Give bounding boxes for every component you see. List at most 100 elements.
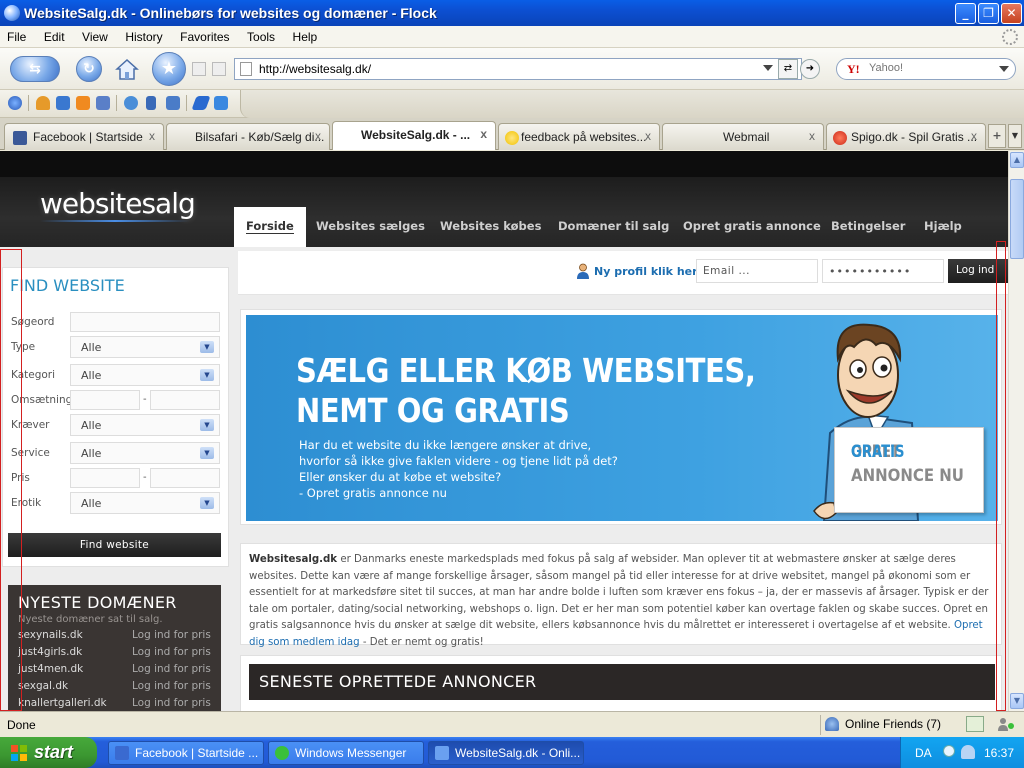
nav-forside[interactable]: Forside	[234, 207, 306, 247]
omsaetning-max-input[interactable]	[150, 390, 220, 410]
site-logo[interactable]: websitesalg	[40, 187, 196, 220]
tab-close-icon[interactable]: x	[645, 129, 651, 143]
domain-link[interactable]: sexgal.dk	[18, 680, 68, 692]
price-login-link[interactable]: Log ind for pris	[132, 697, 211, 709]
scroll-thumb[interactable]	[1010, 179, 1024, 259]
close-window-button[interactable]: ✕	[1001, 3, 1022, 24]
domain-link[interactable]: just4girls.dk	[18, 646, 82, 658]
menu-favorites[interactable]: Favorites	[173, 26, 236, 44]
media-icon[interactable]	[56, 96, 70, 110]
newest-domains-subtitle: Nyeste domæner sat til salg.	[18, 614, 163, 625]
clipboard-icon[interactable]	[166, 96, 180, 110]
nav-opret-gratis-annonce[interactable]: Opret gratis annonce	[683, 207, 821, 247]
url-input[interactable]	[259, 61, 759, 77]
price-login-link[interactable]: Log ind for pris	[132, 646, 211, 658]
clock: 16:37	[984, 746, 1015, 760]
globe-icon[interactable]	[8, 96, 22, 110]
new-tab-button[interactable]: +	[988, 124, 1006, 148]
tab-close-icon[interactable]: x	[315, 129, 321, 143]
url-dropdown-icon[interactable]	[763, 65, 773, 71]
go-arrow-icon[interactable]: ➜	[800, 59, 820, 79]
share-icon[interactable]	[192, 62, 206, 76]
rss-icon[interactable]: ⇄	[778, 59, 798, 79]
taskbar-websitesalg[interactable]: WebsiteSalg.dk - Onli...	[428, 741, 584, 765]
sparkle-icon[interactable]	[124, 96, 138, 110]
rss-feed-icon[interactable]	[76, 96, 90, 110]
vertical-scrollbar[interactable]: ▲ ▼	[1008, 151, 1024, 711]
tab-feedback[interactable]: feedback på websites... x	[498, 123, 660, 150]
minimize-button[interactable]: _	[955, 3, 976, 24]
domain-link[interactable]: sexynails.dk	[18, 629, 83, 641]
tab-webmail[interactable]: Webmail x	[662, 123, 824, 150]
pris-min-input[interactable]	[70, 468, 140, 488]
keyword-input[interactable]	[70, 312, 220, 332]
start-button[interactable]: start	[0, 737, 97, 768]
people-icon[interactable]	[36, 96, 50, 110]
opret-annonce-sign[interactable]: OPRET GRATIS ANNONCE NU	[834, 427, 984, 513]
home-icon[interactable]	[114, 56, 140, 82]
menu-tools[interactable]: Tools	[240, 26, 282, 44]
email-field[interactable]: Email ...	[696, 259, 818, 283]
search-input[interactable]	[869, 62, 989, 74]
mail-icon[interactable]	[96, 96, 110, 110]
tab-websitesalg[interactable]: WebsiteSalg.dk - ... x	[332, 121, 496, 150]
nav-domaener-til-salg[interactable]: Domæner til salg	[558, 207, 669, 247]
feed-icon[interactable]	[212, 62, 226, 76]
blog-pen-icon[interactable]	[191, 96, 211, 110]
taskbar-facebook[interactable]: Facebook | Startside ...	[108, 741, 264, 765]
price-login-link[interactable]: Log ind for pris	[132, 680, 211, 692]
erotik-select[interactable]: Alle ▼	[70, 492, 220, 514]
hero-banner[interactable]: SÆLG ELLER KØB WEBSITES, NEMT OG GRATIS H…	[240, 309, 1002, 525]
tab-close-icon[interactable]: x	[971, 129, 977, 143]
menu-help[interactable]: Help	[286, 26, 325, 44]
back-forward-icon[interactable]: ⇆	[10, 56, 60, 82]
maximize-button[interactable]: ❐	[978, 3, 999, 24]
menu-history[interactable]: History	[118, 26, 169, 44]
price-login-link[interactable]: Log ind for pris	[132, 629, 211, 641]
menu-file[interactable]: File	[0, 26, 33, 44]
monitor-icon[interactable]	[966, 716, 984, 732]
upload-arrow-icon[interactable]	[214, 96, 228, 110]
type-select[interactable]: Alle ▼	[70, 336, 220, 358]
nav-hjaelp[interactable]: Hjælp	[924, 207, 962, 247]
menu-bar: File Edit View History Favorites Tools H…	[0, 26, 1024, 48]
reload-icon[interactable]: ↻	[76, 56, 102, 82]
pris-max-input[interactable]	[150, 468, 220, 488]
tab-close-icon[interactable]: x	[149, 129, 155, 143]
tab-close-icon[interactable]: x	[480, 127, 487, 141]
find-website-button[interactable]: Find website	[8, 533, 221, 557]
pin-icon[interactable]	[146, 96, 156, 110]
omsaetning-min-input[interactable]	[70, 390, 140, 410]
kategori-select[interactable]: Alle ▼	[70, 364, 220, 386]
online-friends-button[interactable]: Online Friends (7)	[820, 715, 964, 735]
loading-throbber-icon	[1002, 29, 1018, 45]
tab-facebook[interactable]: Facebook | Startside x	[4, 123, 164, 150]
nav-websites-koebes[interactable]: Websites købes	[440, 207, 541, 247]
domain-link[interactable]: just4men.dk	[18, 663, 83, 675]
tab-label: Bilsafari - Køb/Sælg di...	[195, 130, 325, 144]
tab-spigo[interactable]: Spigo.dk - Spil Gratis ... x	[826, 123, 986, 150]
taskbar-messenger[interactable]: Windows Messenger	[268, 741, 424, 765]
tab-bilsafari[interactable]: Bilsafari - Køb/Sælg di... x	[166, 123, 330, 150]
presence-icon[interactable]	[998, 717, 1014, 731]
tab-list-dropdown-icon[interactable]: ▼	[1008, 124, 1022, 148]
password-field[interactable]: •••••••••••	[822, 259, 944, 283]
star-favorite-icon[interactable]: ★	[152, 52, 186, 86]
menu-view[interactable]: View	[75, 26, 115, 44]
scroll-up-icon[interactable]: ▲	[1010, 152, 1024, 168]
tray-messenger-icon[interactable]	[961, 745, 975, 759]
nav-betingelser[interactable]: Betingelser	[831, 207, 905, 247]
kraever-select[interactable]: Alle ▼	[70, 414, 220, 436]
nav-websites-saelges[interactable]: Websites sælges	[316, 207, 425, 247]
scroll-down-icon[interactable]: ▼	[1010, 693, 1024, 709]
tab-close-icon[interactable]: x	[809, 129, 815, 143]
tray-arrow-icon[interactable]	[943, 745, 955, 757]
new-profile-link[interactable]: Ny profil klik her	[594, 265, 698, 278]
language-indicator[interactable]: DA	[915, 746, 932, 760]
service-select[interactable]: Alle ▼	[70, 442, 220, 464]
menu-edit[interactable]: Edit	[37, 26, 72, 44]
search-engine-dropdown-icon[interactable]	[999, 66, 1009, 72]
page-icon	[240, 62, 252, 76]
domain-link[interactable]: knallertgalleri.dk	[18, 697, 107, 709]
price-login-link[interactable]: Log ind for pris	[132, 663, 211, 675]
